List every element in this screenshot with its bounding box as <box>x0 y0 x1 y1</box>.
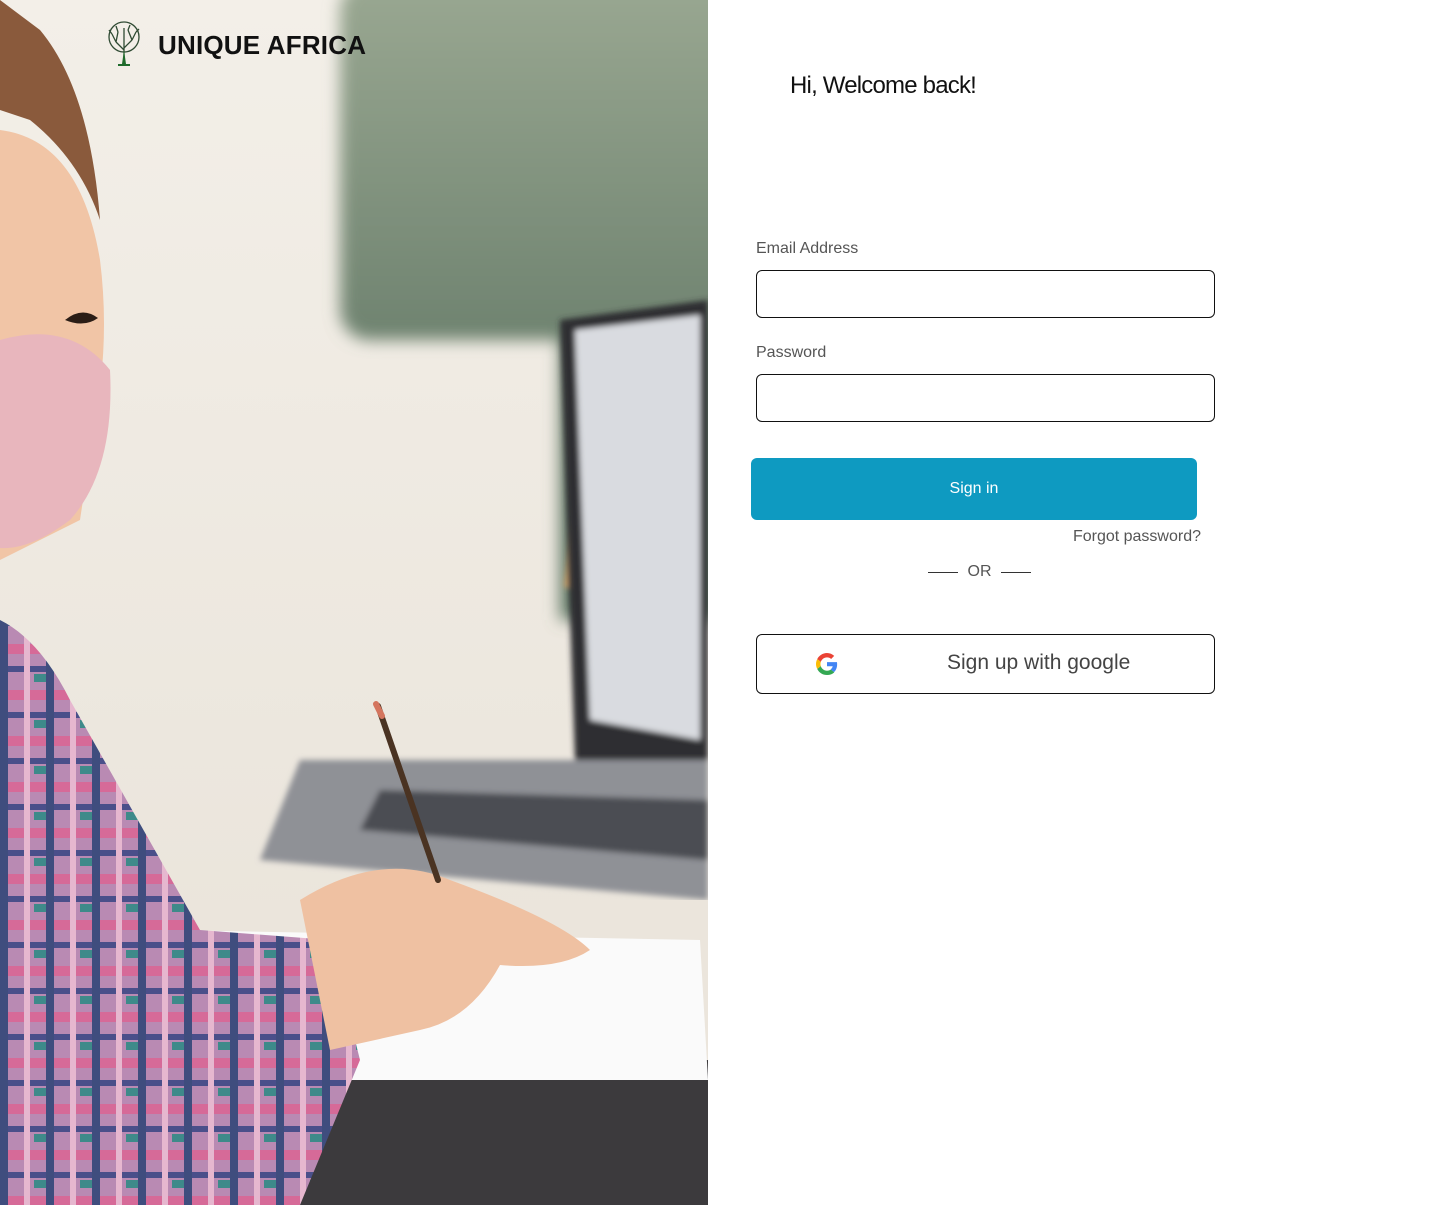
google-icon <box>816 653 838 675</box>
google-signup-button[interactable]: Sign up with google <box>756 634 1215 694</box>
divider-line-left <box>928 571 958 573</box>
forgot-password-link[interactable]: Forgot password? <box>1073 528 1201 546</box>
divider-text: OR <box>967 563 992 580</box>
login-panel: Hi, Welcome back! Email Address Password… <box>708 0 1440 1205</box>
email-field[interactable] <box>756 270 1215 318</box>
divider-line-right <box>1001 571 1031 573</box>
brand-name: UNIQUE AFRICA <box>158 29 367 60</box>
email-label: Email Address <box>756 240 859 257</box>
google-signup-label: Sign up with google <box>947 651 1131 674</box>
student-writing-photo <box>0 0 708 1205</box>
hero-image: UNIQUE AFRICA <box>0 0 708 1205</box>
tree-icon <box>108 21 140 66</box>
login-page: UNIQUE AFRICA Hi, Welcome back! Email Ad… <box>0 0 1440 1205</box>
sign-in-button[interactable]: Sign in <box>751 458 1197 520</box>
brand[interactable]: UNIQUE AFRICA <box>104 20 366 66</box>
or-divider: OR <box>928 563 1031 581</box>
welcome-heading: Hi, Welcome back! <box>790 72 977 99</box>
password-label: Password <box>756 344 827 361</box>
password-field[interactable] <box>756 374 1215 422</box>
